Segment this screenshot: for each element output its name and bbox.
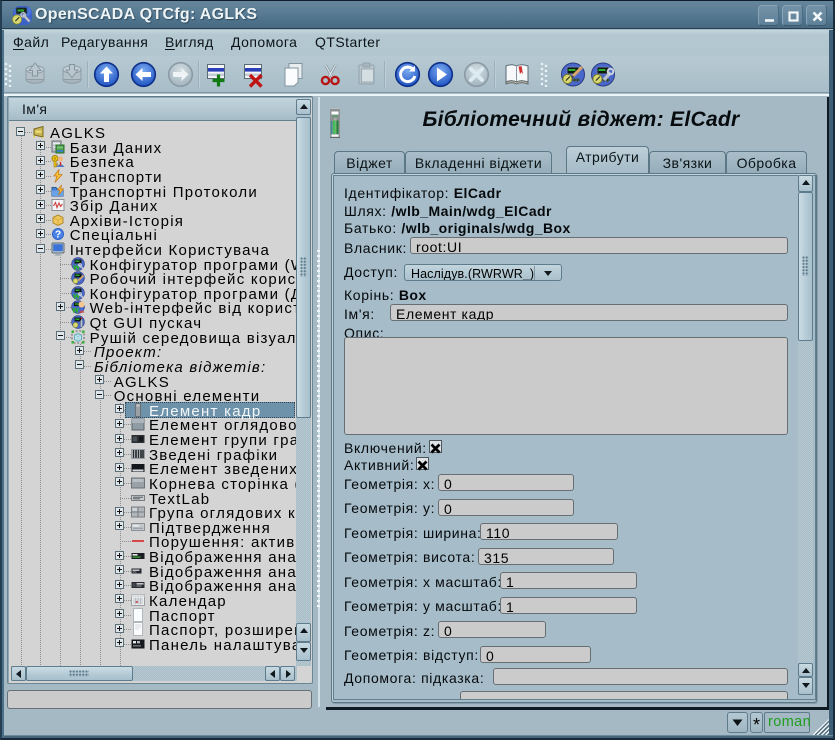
svg-text:?: ? — [55, 230, 61, 241]
